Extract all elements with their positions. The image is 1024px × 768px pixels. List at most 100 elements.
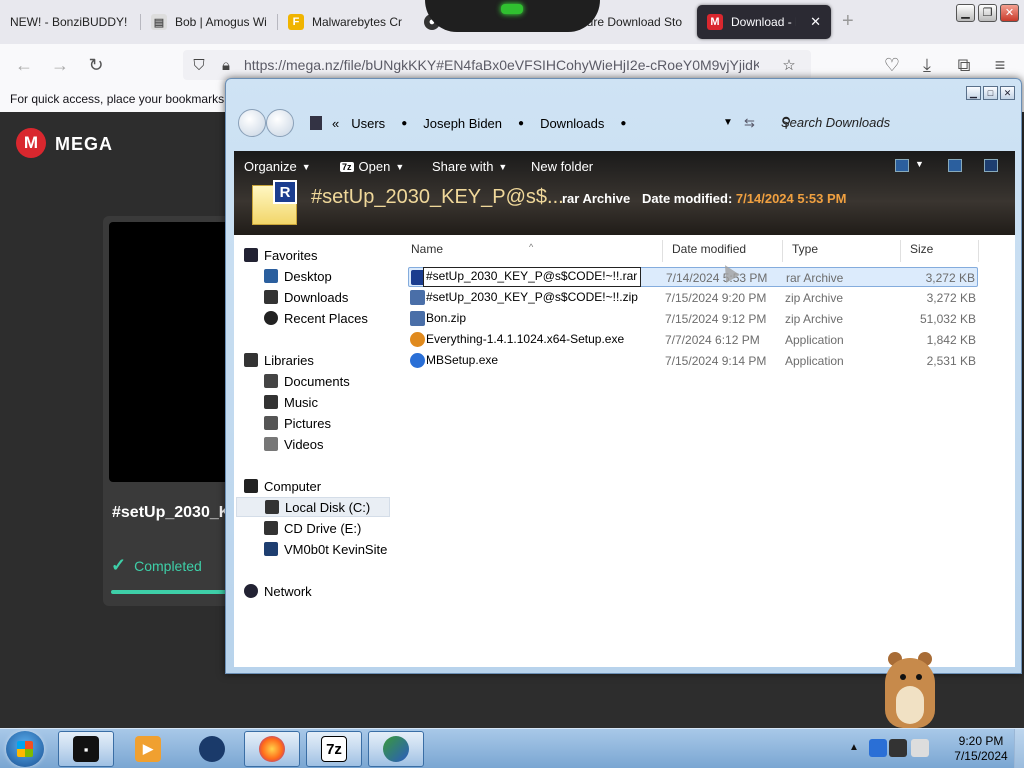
breadcrumb-separator[interactable]: ● — [401, 118, 407, 129]
column-header-size[interactable]: Size — [901, 240, 979, 262]
nav-recent-places[interactable]: Recent Places — [264, 309, 368, 327]
nav-libraries[interactable]: Libraries — [244, 351, 314, 369]
explorer-maximize-button[interactable]: □ — [983, 86, 998, 100]
nav-downloads[interactable]: Downloads — [264, 288, 348, 306]
help-icon[interactable] — [984, 159, 998, 172]
url-bar[interactable]: ⛉ 🔒︎ https://mega.nz/file/bUNgkKKY#EN4fa… — [183, 50, 811, 80]
tab-mega-download[interactable]: M Download - ME ✕ — [697, 5, 831, 39]
search-icon[interactable]: ⚲ — [781, 114, 1011, 131]
lock-icon[interactable]: 🔒︎ — [216, 55, 236, 75]
taskbar-cmd[interactable]: ▪ — [58, 731, 114, 767]
address-dropdown-icon[interactable]: ▼ — [723, 117, 733, 128]
show-hidden-icons-icon[interactable]: ▲ — [849, 742, 859, 753]
nav-local-disk[interactable]: Local Disk (C:) — [236, 497, 390, 517]
malwarebytes-tray-icon[interactable] — [869, 739, 887, 757]
nav-desktop[interactable]: Desktop — [264, 267, 332, 285]
taskbar-media-player[interactable]: ▶ — [120, 731, 176, 767]
file-row-mbsetup[interactable]: MBSetup.exe 7/15/2024 9:14 PM Applicatio… — [408, 351, 978, 371]
breadcrumb-separator[interactable]: ● — [518, 118, 524, 129]
search-box[interactable]: Search Downloads ⚲ — [773, 111, 1017, 135]
bookmark-star-icon[interactable]: ☆ — [779, 55, 799, 75]
nav-network[interactable]: Network — [244, 582, 312, 600]
minimize-button[interactable]: ▁ — [956, 4, 975, 22]
column-header-date[interactable]: Date modified — [663, 240, 783, 262]
nav-videos[interactable]: Videos — [264, 435, 324, 453]
change-view-icon[interactable] — [895, 159, 909, 172]
tab-amogus[interactable]: ▤ Bob | Amogus Wi — [141, 4, 277, 40]
cmd-icon: ▪ — [73, 736, 99, 762]
file-row-rar[interactable]: #setUp_2030_KEY_P@s$CODE!~!!.rar 7/14/20… — [408, 267, 978, 287]
clock[interactable]: 9:20 PM 7/15/2024 — [946, 734, 1016, 764]
nav-cd-drive[interactable]: CD Drive (E:) — [264, 519, 361, 537]
preview-pane-icon[interactable] — [948, 159, 962, 172]
file-row-bon-zip[interactable]: Bon.zip 7/15/2024 9:12 PM zip Archive 51… — [408, 309, 978, 329]
explorer-address-row: « Users ● Joseph Biden ● Downloads ● ▼ ⇆… — [226, 101, 1023, 147]
reload-icon[interactable]: ↻ — [84, 53, 108, 77]
nav-computer[interactable]: Computer — [244, 477, 321, 495]
taskbar-7zip[interactable]: 7z — [306, 731, 362, 767]
hamster-eye — [916, 674, 922, 680]
clock-date: 7/15/2024 — [954, 749, 1008, 763]
nav-favorites[interactable]: Favorites — [244, 246, 317, 264]
nav-label: Downloads — [284, 289, 349, 305]
browser-tab-strip: NEW! - BonziBUDDY! ▤ Bob | Amogus Wi F M… — [0, 0, 1024, 44]
download-progress-bar — [111, 590, 241, 594]
menu-hamburger-icon[interactable]: ≡ — [988, 53, 1012, 77]
back-button[interactable] — [238, 109, 266, 137]
forward-arrow-icon[interactable]: → — [48, 53, 72, 77]
start-button[interactable] — [6, 731, 44, 767]
column-header-type[interactable]: Type — [783, 240, 901, 262]
share-with-button[interactable]: Share with ▼ — [432, 159, 507, 174]
show-desktop-button[interactable] — [1014, 729, 1024, 768]
column-header-name[interactable]: Name ^ — [402, 240, 663, 262]
volume-icon[interactable] — [911, 739, 929, 757]
pocket-icon[interactable]: ♡ — [880, 53, 904, 77]
selected-file-name: #setUp_2030_KEY_P@s$... — [311, 186, 564, 208]
explorer-close-button[interactable]: ✕ — [1000, 86, 1015, 100]
back-arrow-icon[interactable]: ← — [12, 53, 36, 77]
refresh-icon[interactable]: ⇆ — [744, 115, 755, 131]
rename-input[interactable]: #setUp_2030_KEY_P@s$CODE!~!!.rar — [423, 267, 641, 287]
page-icon: ▤ — [151, 14, 167, 30]
nav-music[interactable]: Music — [264, 393, 318, 411]
taskbar-globe[interactable] — [184, 731, 240, 767]
url-text[interactable]: https://mega.nz/file/bUNgkKKY#EN4faBx0eV… — [244, 57, 759, 73]
taskbar-firefox[interactable] — [244, 731, 300, 767]
nav-label: Videos — [284, 436, 324, 452]
tab-malwarebytes[interactable]: F Malwarebytes Cr — [278, 4, 414, 40]
open-button[interactable]: 7z Open ▼ — [340, 159, 404, 174]
nav-pictures[interactable]: Pictures — [264, 414, 331, 432]
explorer-minimize-button[interactable]: ▁ — [966, 86, 981, 100]
new-folder-button[interactable]: New folder — [531, 159, 593, 174]
nav-network-share[interactable]: VM0b0t KevinSite — [264, 540, 387, 558]
forward-button[interactable] — [266, 109, 294, 137]
restore-button[interactable]: ❐ — [978, 4, 997, 22]
organize-button[interactable]: Organize ▼ — [244, 159, 311, 174]
file-row-zip[interactable]: #setUp_2030_KEY_P@s$CODE!~!!.zip 7/15/20… — [408, 288, 978, 308]
tab-bonzibuddy[interactable]: NEW! - BonziBUDDY! — [0, 4, 140, 40]
breadcrumb-downloads[interactable]: Downloads — [540, 116, 604, 131]
taskbar: ▪ ▶ 7z ▲ 9:20 PM 7/15/2024 — [0, 728, 1024, 768]
malwarebytes-icon — [410, 353, 425, 368]
downloads-icon[interactable]: ⤓ — [915, 53, 939, 77]
breadcrumb-separator[interactable]: ● — [620, 118, 626, 129]
new-tab-button[interactable]: + — [842, 10, 854, 33]
action-center-icon[interactable] — [889, 739, 907, 757]
close-window-button[interactable]: ✕ — [1000, 4, 1019, 22]
breadcrumb-user-folder[interactable]: Joseph Biden — [423, 116, 502, 131]
taskbar-network-app[interactable] — [368, 731, 424, 767]
file-type: Application — [785, 354, 844, 368]
address-bar[interactable]: « Users ● Joseph Biden ● Downloads ● — [310, 110, 750, 136]
shield-icon[interactable]: ⛉ — [189, 55, 209, 75]
extensions-icon[interactable]: ⧉ — [952, 53, 976, 77]
mega-brand[interactable]: MEGA — [55, 134, 113, 155]
dropdown-arrow-icon: ▼ — [301, 161, 311, 172]
file-row-everything[interactable]: Everything-1.4.1.1024.x64-Setup.exe 7/7/… — [408, 330, 978, 350]
share-label: Share with — [432, 159, 494, 174]
nav-documents[interactable]: Documents — [264, 372, 350, 390]
close-tab-icon[interactable]: ✕ — [810, 14, 821, 30]
mega-logo-icon[interactable]: M — [16, 128, 46, 158]
view-dropdown-icon[interactable]: ▼ — [915, 159, 924, 169]
everything-icon — [410, 332, 425, 347]
breadcrumb-users[interactable]: Users — [351, 116, 385, 131]
